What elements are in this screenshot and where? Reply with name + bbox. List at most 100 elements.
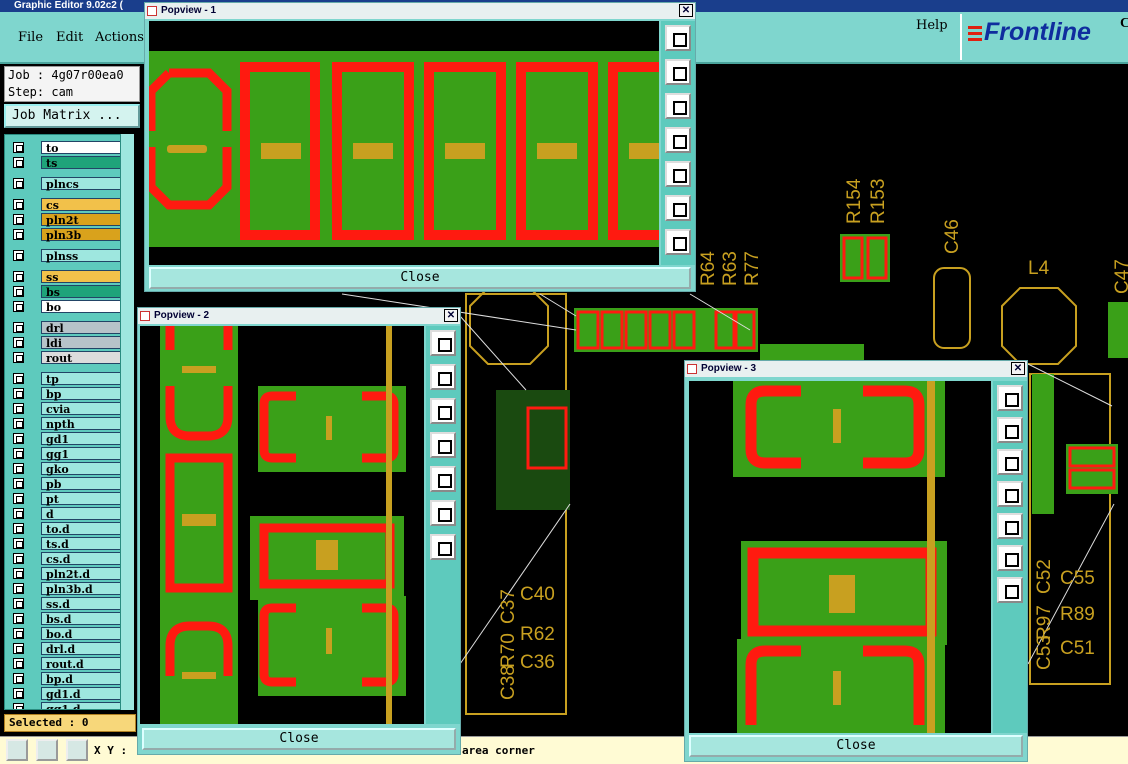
layer-row[interactable]: gg1.d (9, 702, 123, 709)
layer-checkbox[interactable] (13, 373, 24, 384)
layer-checkbox[interactable] (13, 478, 24, 489)
layer-checkbox[interactable] (13, 688, 24, 699)
layer-name[interactable]: bs.d (41, 612, 123, 626)
layer-name[interactable]: to (41, 141, 123, 155)
layer-checkbox[interactable] (13, 658, 24, 669)
zoom-window-icon[interactable] (430, 330, 456, 356)
layer-row[interactable]: bp (9, 387, 123, 401)
layer-name[interactable]: plncs (41, 177, 123, 191)
layer-checkbox[interactable] (13, 448, 24, 459)
zoom-window-icon[interactable] (997, 385, 1023, 411)
layer-name[interactable]: d (41, 507, 123, 521)
job-matrix-button[interactable]: Job Matrix ... (4, 104, 140, 128)
layer-row[interactable]: bs.d (9, 612, 123, 626)
popview-1-window[interactable]: Popview - 1 ✕ Close (144, 2, 696, 292)
layer-checkbox[interactable] (13, 433, 24, 444)
popview-2-close-button[interactable]: Close (142, 728, 456, 750)
pan-up-icon[interactable] (997, 417, 1023, 443)
pan-right-icon[interactable] (997, 513, 1023, 539)
layer-checkbox[interactable] (13, 643, 24, 654)
grid-tool-icon[interactable] (66, 739, 88, 761)
layer-row[interactable]: plncs (9, 177, 123, 191)
layer-row[interactable]: d (9, 507, 123, 521)
layer-row[interactable]: ts.d (9, 537, 123, 551)
layer-row[interactable]: pln3b (9, 228, 123, 242)
menu-edit[interactable]: Edit (56, 30, 83, 45)
popview-2-canvas[interactable] (140, 326, 424, 724)
layer-checkbox[interactable] (13, 229, 24, 240)
layer-name[interactable]: bo.d (41, 627, 123, 641)
popview-2-titlebar[interactable]: Popview - 2 ✕ (138, 308, 460, 324)
layer-checkbox[interactable] (13, 463, 24, 474)
layer-row[interactable]: ss.d (9, 597, 123, 611)
pan-right-icon[interactable] (430, 466, 456, 492)
layer-name[interactable]: pln2t.d (41, 567, 123, 581)
layer-name[interactable]: bo (41, 300, 123, 314)
popview-3-close-icon[interactable]: ✕ (1011, 362, 1025, 375)
layer-name[interactable]: bs (41, 285, 123, 299)
zoom-window-icon[interactable] (665, 25, 691, 51)
layer-name[interactable]: gko (41, 462, 123, 476)
layer-name[interactable]: cvia (41, 402, 123, 416)
layer-name[interactable]: ss.d (41, 597, 123, 611)
layer-row[interactable]: npth (9, 417, 123, 431)
layer-name[interactable]: gd1 (41, 432, 123, 446)
layer-row[interactable]: to (9, 141, 123, 155)
menu-help[interactable]: Help (916, 18, 948, 33)
zoom-out-icon[interactable] (997, 577, 1023, 603)
layer-name[interactable]: pln3b (41, 228, 123, 242)
popview-1-close-button[interactable]: Close (149, 267, 691, 289)
layer-checkbox[interactable] (13, 271, 24, 282)
layer-name[interactable]: npth (41, 417, 123, 431)
layer-name[interactable]: plnss (41, 249, 123, 263)
layer-name[interactable]: pln2t (41, 213, 123, 227)
popview-3-window[interactable]: Popview - 3 ✕ Close (684, 360, 1028, 762)
layer-row[interactable]: pln2t.d (9, 567, 123, 581)
layer-name[interactable]: rout.d (41, 657, 123, 671)
zoom-in-icon[interactable] (430, 500, 456, 526)
pan-down-icon[interactable] (430, 398, 456, 424)
layer-name[interactable]: gg1 (41, 447, 123, 461)
layer-row[interactable]: bo (9, 300, 123, 314)
layer-checkbox[interactable] (13, 538, 24, 549)
layer-row[interactable]: gko (9, 462, 123, 476)
layer-name[interactable]: tp (41, 372, 123, 386)
pan-up-icon[interactable] (665, 59, 691, 85)
popview-2-close-icon[interactable]: ✕ (444, 309, 458, 322)
layer-checkbox[interactable] (13, 673, 24, 684)
window-menu-icon[interactable] (687, 364, 697, 374)
pan-left-icon[interactable] (997, 481, 1023, 507)
layer-name[interactable]: rout (41, 351, 123, 365)
layer-checkbox[interactable] (13, 613, 24, 624)
layer-name[interactable]: pln3b.d (41, 582, 123, 596)
zoom-out-icon[interactable] (665, 229, 691, 255)
pan-up-icon[interactable] (430, 364, 456, 390)
popview-1-titlebar[interactable]: Popview - 1 ✕ (145, 3, 695, 19)
layer-row[interactable]: gd1.d (9, 687, 123, 701)
layer-row[interactable]: drl.d (9, 642, 123, 656)
layer-name[interactable]: drl (41, 321, 123, 335)
layer-name[interactable]: pb (41, 477, 123, 491)
window-menu-icon[interactable] (140, 311, 150, 321)
layer-name[interactable]: bp (41, 387, 123, 401)
layer-row[interactable]: cvia (9, 402, 123, 416)
layer-row[interactable]: tp (9, 372, 123, 386)
popview-3-titlebar[interactable]: Popview - 3 ✕ (685, 361, 1027, 377)
layer-checkbox[interactable] (13, 337, 24, 348)
layer-row[interactable]: rout.d (9, 657, 123, 671)
layer-row[interactable]: pt (9, 492, 123, 506)
layer-row[interactable]: cs (9, 198, 123, 212)
layer-row[interactable]: pln2t (9, 213, 123, 227)
layer-row[interactable]: bo.d (9, 627, 123, 641)
layer-checkbox[interactable] (13, 286, 24, 297)
layer-name[interactable]: to.d (41, 522, 123, 536)
layer-checkbox[interactable] (13, 493, 24, 504)
pan-down-icon[interactable] (997, 449, 1023, 475)
layer-checkbox[interactable] (13, 142, 24, 153)
layer-checkbox[interactable] (13, 388, 24, 399)
layer-name[interactable]: gg1.d (41, 702, 123, 709)
layer-checkbox[interactable] (13, 322, 24, 333)
layer-row[interactable]: pln3b.d (9, 582, 123, 596)
menu-file[interactable]: File (18, 30, 43, 45)
layer-name[interactable]: ss (41, 270, 123, 284)
